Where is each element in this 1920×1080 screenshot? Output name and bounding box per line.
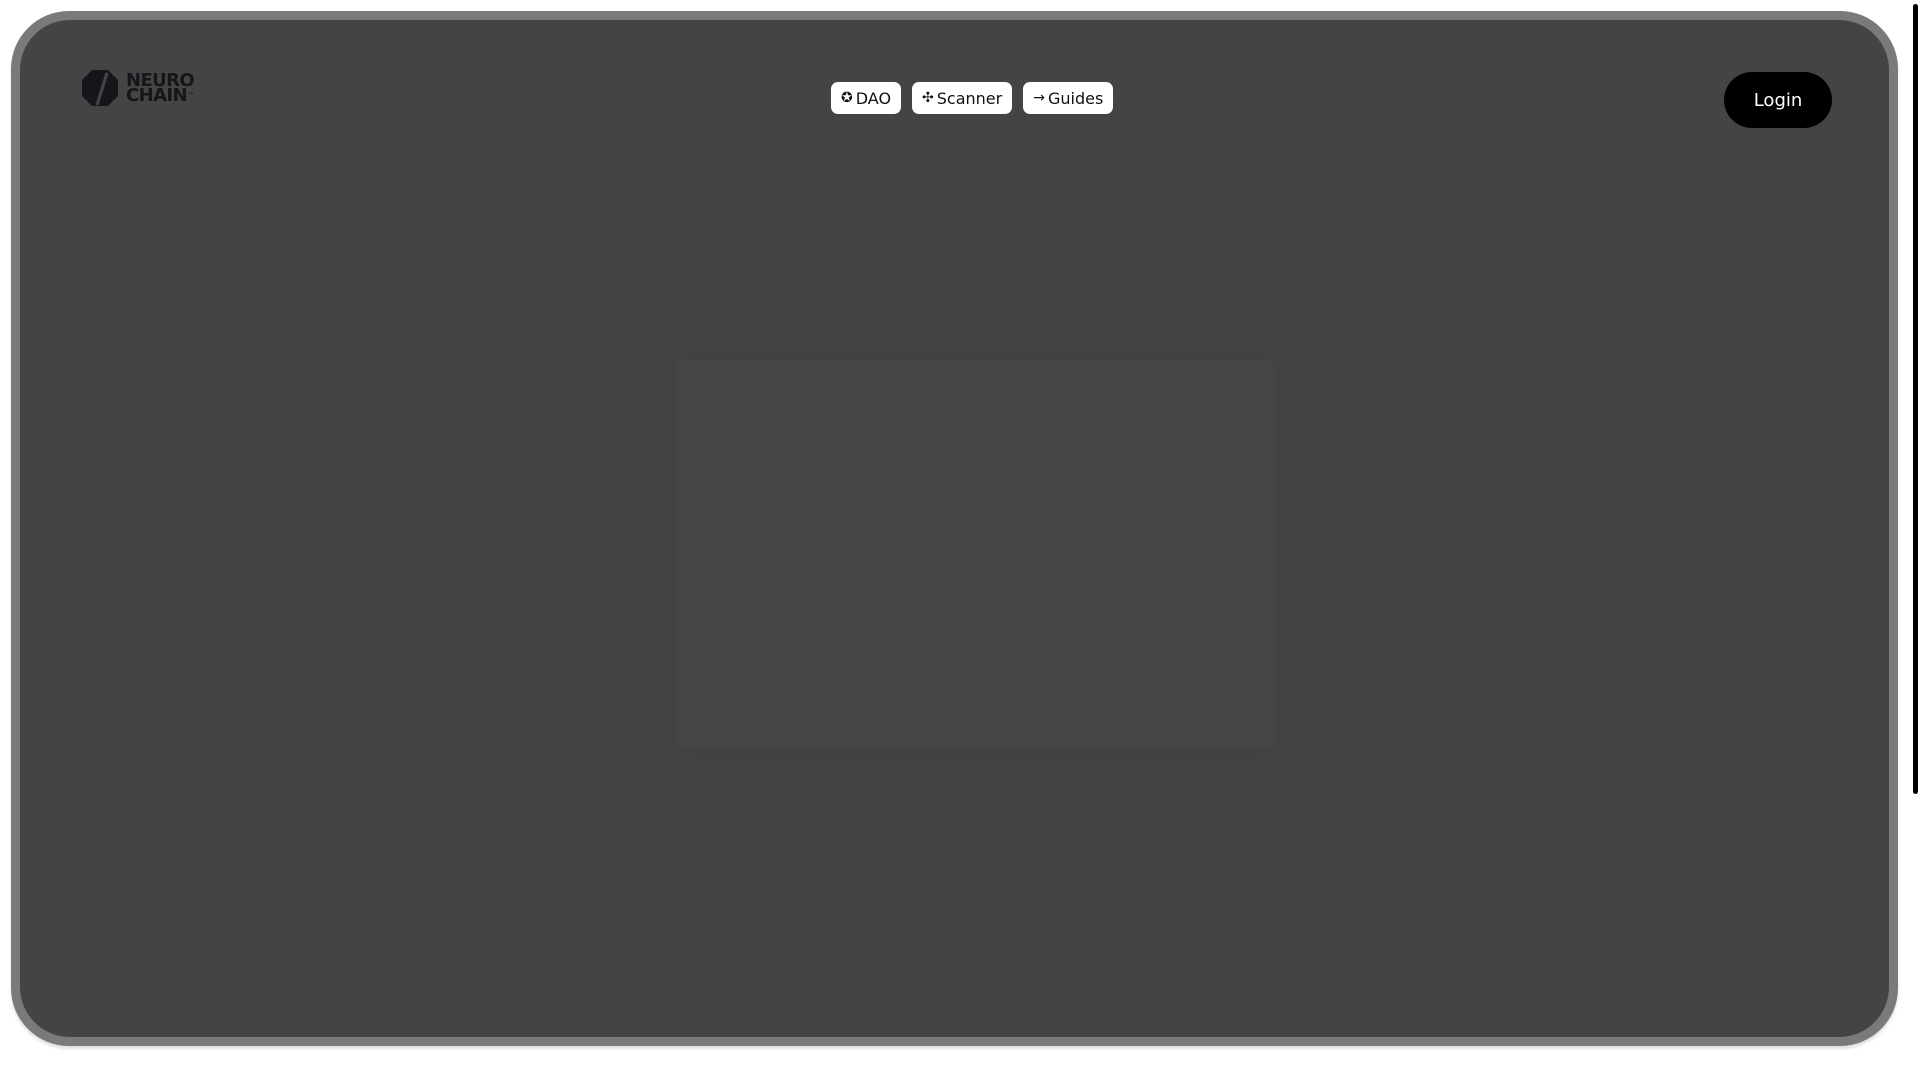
- nav-item-guides[interactable]: → Guides: [1023, 82, 1114, 114]
- brand-line-2-text: CHAIN: [126, 85, 188, 106]
- login-button[interactable]: Login: [1724, 72, 1832, 128]
- trademark-mark: ™: [187, 92, 194, 99]
- top-navigation: ✪ DAO ✣ Scanner → Guides: [831, 82, 1114, 114]
- nav-item-label: DAO: [855, 88, 892, 108]
- nav-item-label: Scanner: [936, 88, 1003, 108]
- brand-wordmark: NEURO CHAIN™: [126, 72, 195, 106]
- app-frame: NEURO CHAIN™ ✪ DAO ✣ Scanner → Guides Lo…: [11, 11, 1898, 1046]
- browser-viewport: NEURO CHAIN™ ✪ DAO ✣ Scanner → Guides Lo…: [0, 0, 1920, 1080]
- nav-item-label: Guides: [1047, 88, 1104, 108]
- brand-logo[interactable]: NEURO CHAIN™: [80, 68, 195, 108]
- nav-item-scanner[interactable]: ✣ Scanner: [912, 82, 1013, 114]
- main-panel: NEURO CHAIN™ ✪ DAO ✣ Scanner → Guides Lo…: [20, 20, 1889, 1037]
- scanner-icon: ✣: [922, 90, 934, 106]
- neurochain-logo-icon: [82, 70, 118, 106]
- arrow-right-icon: →: [1033, 90, 1045, 106]
- loading-card-placeholder: [675, 360, 1275, 750]
- nav-item-dao[interactable]: ✪ DAO: [831, 82, 902, 114]
- scrollbar-thumb[interactable]: [1913, 4, 1918, 794]
- brand-line-2: CHAIN™: [126, 85, 194, 106]
- page-scrollbar[interactable]: [1910, 0, 1920, 1080]
- dao-icon: ✪: [841, 90, 853, 106]
